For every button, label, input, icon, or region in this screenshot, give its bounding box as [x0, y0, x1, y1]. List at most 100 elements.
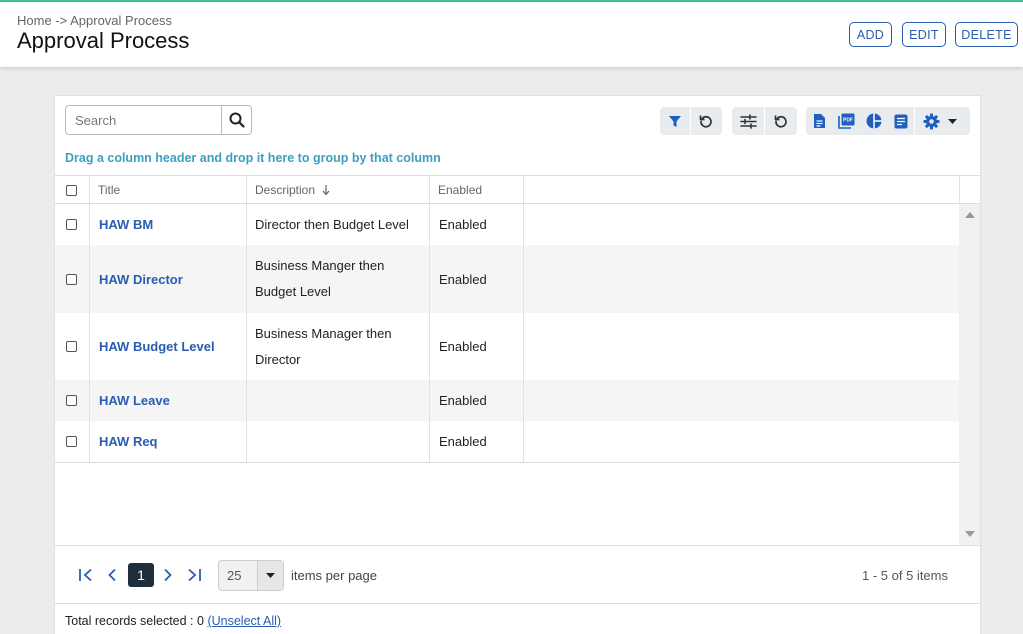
page-size-dropdown[interactable]: 25	[218, 560, 284, 591]
row-title-link[interactable]: HAW Budget Level	[89, 339, 215, 354]
column-settings-icon	[739, 113, 757, 129]
page-size-toggle[interactable]	[257, 561, 283, 590]
column-divider	[246, 204, 247, 463]
last-page-icon	[188, 568, 201, 582]
row-select-cell	[66, 313, 77, 380]
column-settings-button[interactable]	[732, 107, 764, 135]
chart-button[interactable]	[860, 107, 887, 135]
chevron-down-icon	[948, 118, 957, 124]
group-by-hint: Drag a column header and drop it here to…	[65, 151, 441, 165]
row-select-cell	[66, 421, 77, 462]
row-checkbox[interactable]	[66, 341, 77, 352]
row-description: Director then Budget Level	[255, 216, 409, 232]
sort-descending-icon	[322, 185, 330, 195]
column-divider	[89, 176, 90, 204]
table-row[interactable]: HAW Req Enabled	[55, 421, 959, 462]
chevron-left-icon	[108, 568, 116, 582]
first-page-icon	[79, 568, 92, 582]
delete-button[interactable]: DELETE	[955, 22, 1018, 47]
row-description: Business Manger then Budget Level	[255, 258, 385, 299]
grid-header: Title Description Enabled	[55, 175, 980, 204]
row-select-cell	[66, 380, 77, 421]
row-title-link[interactable]: HAW Leave	[89, 393, 170, 408]
row-checkbox[interactable]	[66, 273, 77, 285]
add-button[interactable]: ADD	[849, 22, 892, 47]
next-page-button[interactable]	[158, 565, 178, 585]
table-row[interactable]: HAW Director Business Manger then Budget…	[55, 245, 959, 313]
total-selected: Total records selected : 0 (Unselect All…	[65, 614, 281, 628]
row-enabled: Enabled	[439, 393, 487, 408]
column-divider	[89, 204, 90, 463]
export-toolbar-group: PDF	[806, 107, 970, 135]
excel-export-button[interactable]	[806, 107, 833, 135]
filter-icon	[669, 116, 681, 127]
row-enabled: Enabled	[439, 217, 487, 232]
chevron-down-icon	[266, 573, 275, 578]
row-select-cell	[66, 204, 77, 245]
reset-columns-icon	[774, 115, 787, 128]
column-divider	[523, 176, 524, 204]
grid-panel: PDF Drag a column header and drop it her…	[54, 95, 981, 634]
row-title-link[interactable]: HAW BM	[89, 217, 153, 232]
search-icon	[229, 112, 245, 128]
row-checkbox[interactable]	[66, 395, 77, 406]
report-button[interactable]	[887, 107, 914, 135]
filter-toolbar-group	[660, 107, 722, 135]
scroll-up-arrow[interactable]	[965, 212, 975, 218]
pdf-export-icon: PDF	[838, 113, 855, 129]
reset-columns-button[interactable]	[765, 107, 797, 135]
filter-button[interactable]	[660, 107, 690, 135]
column-divider	[429, 204, 430, 463]
column-divider	[523, 204, 524, 463]
current-page-button[interactable]: 1	[128, 563, 154, 587]
page-title: Approval Process	[17, 28, 190, 53]
breadcrumb[interactable]: Home -> Approval Process	[17, 13, 172, 28]
chart-icon	[866, 113, 881, 129]
page-size-value: 25	[227, 568, 242, 583]
page-header: Home -> Approval Process Approval Proces…	[0, 2, 1023, 67]
svg-text:PDF: PDF	[843, 118, 853, 124]
row-description: Business Manager then Director	[255, 325, 392, 367]
pdf-export-button[interactable]: PDF	[833, 107, 860, 135]
items-per-page-label: items per page	[291, 568, 377, 583]
selection-footer: Total records selected : 0 (Unselect All…	[55, 604, 980, 634]
select-all-checkbox[interactable]	[66, 184, 77, 196]
row-enabled: Enabled	[439, 271, 487, 287]
chevron-right-icon	[164, 568, 172, 582]
column-header-description-label: Description	[255, 183, 316, 197]
column-divider	[959, 176, 960, 204]
reset-filter-button[interactable]	[691, 107, 721, 135]
reset-filter-icon	[699, 115, 712, 128]
row-title-link[interactable]: HAW Req	[89, 434, 158, 449]
last-page-button[interactable]	[184, 565, 204, 585]
first-page-button[interactable]	[76, 565, 96, 585]
settings-icon	[923, 113, 940, 129]
previous-page-button[interactable]	[102, 565, 122, 585]
edit-button[interactable]: EDIT	[902, 22, 946, 47]
row-checkbox[interactable]	[66, 436, 77, 447]
row-select-cell	[66, 245, 77, 313]
pager-info: 1 - 5 of 5 items	[862, 568, 948, 583]
scroll-down-arrow[interactable]	[965, 531, 975, 537]
row-enabled: Enabled	[439, 434, 487, 449]
column-header-description[interactable]: Description	[246, 176, 429, 204]
unselect-all-link[interactable]: (Unselect All)	[207, 614, 281, 628]
search-input[interactable]	[66, 106, 221, 134]
column-divider	[246, 176, 247, 204]
table-row[interactable]: HAW Leave Enabled	[55, 380, 959, 421]
vertical-scrollbar[interactable]	[959, 204, 980, 545]
column-header-enabled[interactable]: Enabled	[429, 176, 523, 204]
grid-body-bottom-border	[55, 462, 959, 463]
row-enabled: Enabled	[439, 339, 487, 354]
table-row[interactable]: HAW Budget Level Business Manager then D…	[55, 313, 959, 380]
settings-button[interactable]	[915, 107, 965, 135]
column-header-title[interactable]: Title	[89, 176, 246, 204]
row-checkbox[interactable]	[66, 219, 77, 230]
column-toolbar-group	[732, 107, 797, 135]
search-button[interactable]	[221, 106, 251, 134]
row-title-link[interactable]: HAW Director	[89, 272, 183, 287]
pager: 1 25 items per page 1 - 5 of 5 items	[55, 545, 980, 604]
table-row[interactable]: HAW BM Director then Budget Level Enable…	[55, 204, 959, 245]
search-box	[65, 105, 252, 135]
select-all-cell	[55, 176, 89, 204]
